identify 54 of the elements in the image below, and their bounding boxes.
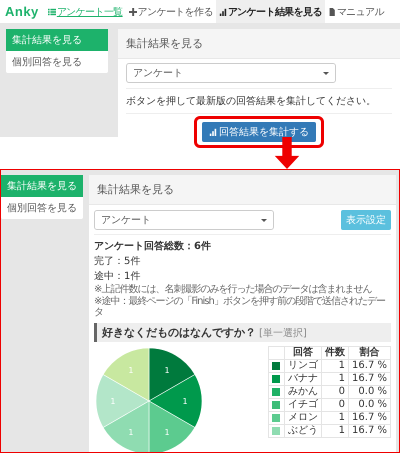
sidebar-item[interactable]: 個別回答を見る: [6, 51, 108, 73]
table-cell: 16.7 %: [348, 372, 390, 385]
table-cell: みかん: [284, 385, 322, 398]
nav-tab[interactable]: アンケート結果を見る: [216, 0, 325, 23]
table-cell: 1: [322, 411, 349, 424]
table-cell: メロン: [284, 411, 322, 424]
slice-label: 1: [164, 428, 170, 437]
table-cell: 0.0 %: [348, 385, 390, 398]
bar-chart-icon: [218, 8, 227, 16]
aggregate-button[interactable]: 回答結果を集計する: [202, 122, 316, 142]
table-cell: リンゴ: [284, 359, 322, 372]
response-total: アンケート回答総数：6件: [94, 240, 212, 253]
caret-icon: [323, 72, 329, 74]
list-icon: [48, 8, 56, 16]
document-icon: [328, 8, 336, 16]
table-cell: 1: [322, 359, 349, 372]
status-count: 完了：5件: [94, 254, 142, 268]
pie-slice: [148, 374, 202, 428]
slice-label: 1: [164, 365, 170, 374]
pie-slice: [96, 374, 150, 428]
table-cell: 1: [322, 372, 349, 385]
slice-label: 1: [182, 396, 188, 406]
table-header: 回答: [284, 346, 322, 359]
footnote: ※上記件数には、名刺撮影のみを行った場合のデータは含まれません: [94, 284, 373, 296]
plus-icon: [128, 8, 137, 16]
table-cell: 1: [322, 424, 349, 437]
bar-chart-icon: [209, 128, 217, 136]
sidebar-item[interactable]: 個別回答を見る: [1, 197, 83, 219]
table-cell: ぶどう: [284, 424, 322, 437]
slice-label: 1: [128, 428, 134, 437]
slice-label: 1: [110, 396, 116, 406]
slice-label: 1: [128, 365, 134, 374]
caret-icon: [261, 218, 267, 222]
table-cell: 0: [322, 385, 349, 398]
table-cell: 16.7 %: [348, 411, 390, 424]
table-cell: 16.7 %: [348, 424, 390, 437]
panel-header: 集計結果を見る: [89, 175, 396, 205]
survey-select[interactable]: アンケート: [94, 210, 274, 230]
question-title: 好きなくだものはなんですか？: [102, 324, 256, 340]
nav-tab[interactable]: アンケートを作る: [126, 0, 216, 23]
footnote: ※途中：最終ページの「Finish」ボタンを押す前の段階で送信されたデータ: [94, 296, 386, 318]
table-cell: 0: [322, 398, 349, 411]
table-cell: バナナ: [284, 372, 322, 385]
nav-tab[interactable]: マニュアル: [324, 0, 387, 23]
instruction-text: ボタンを押して最新版の回答結果を集計してください。: [126, 88, 392, 114]
table-header: 件数: [322, 346, 349, 359]
table-header: 割合: [348, 346, 390, 359]
table-cell: 0.0 %: [348, 398, 390, 411]
table-cell: 16.7 %: [348, 359, 390, 372]
panel-header: 集計結果を見る: [118, 29, 400, 59]
status-count: 途中：1件: [94, 270, 142, 283]
question-type: [単一選択]: [259, 326, 307, 340]
table-cell: イチゴ: [284, 398, 322, 411]
survey-select[interactable]: アンケート: [126, 63, 336, 83]
